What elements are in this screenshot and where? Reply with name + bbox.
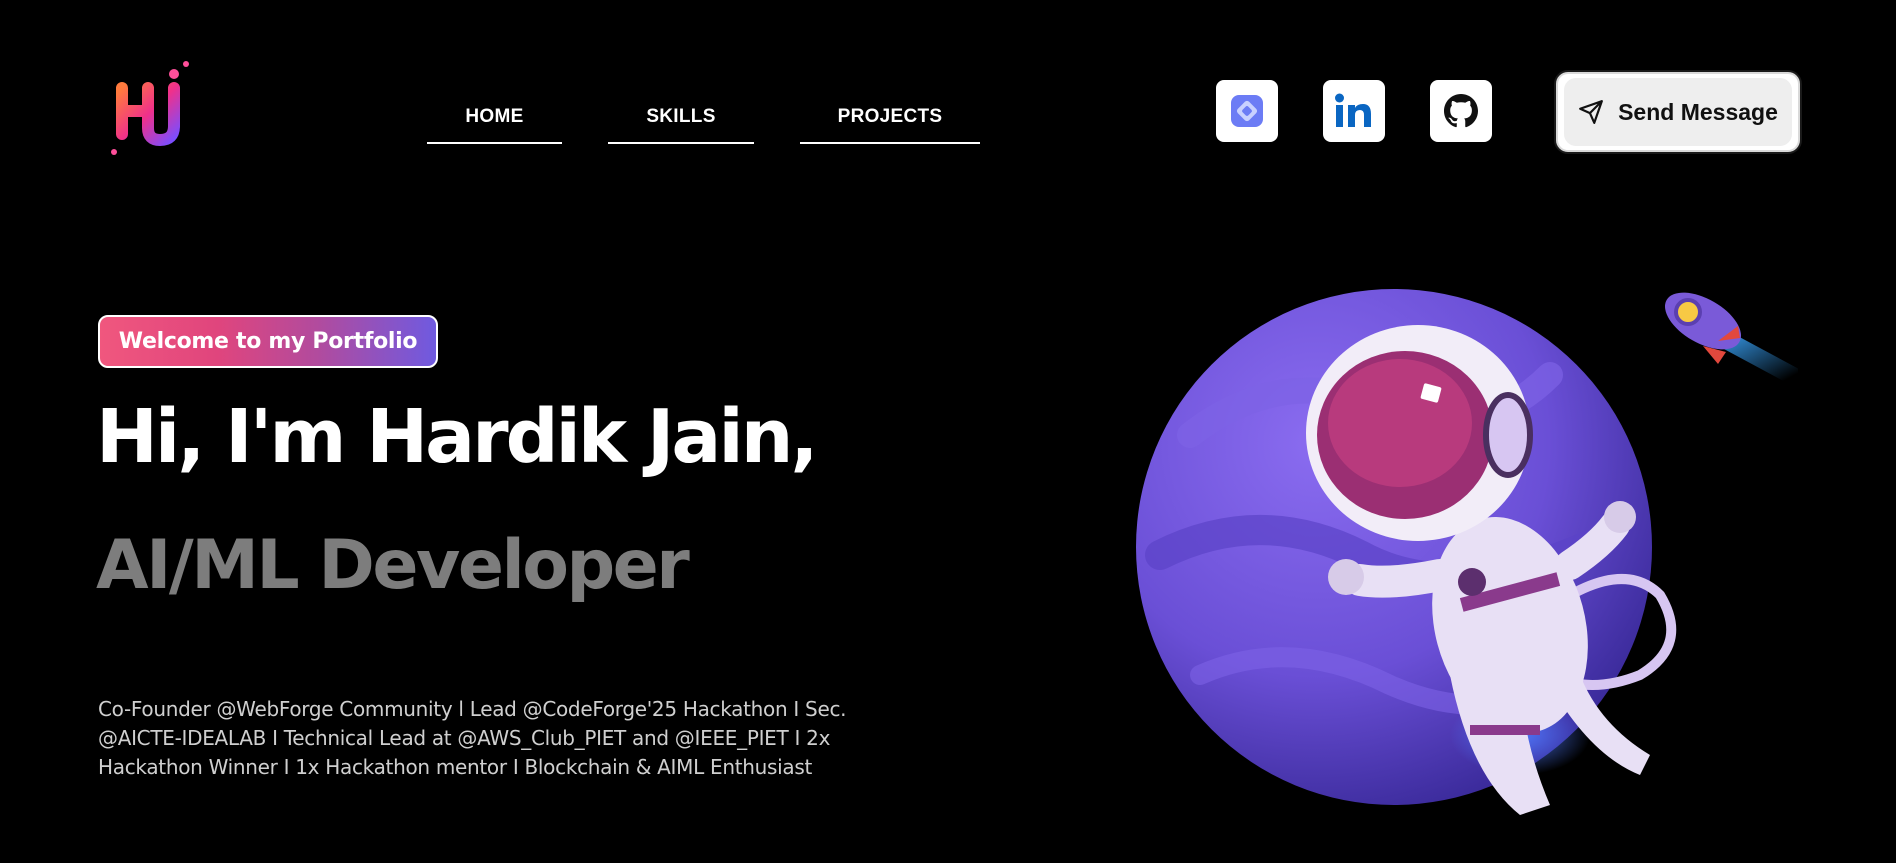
nav-skills[interactable]: SKILLS bbox=[608, 92, 754, 144]
nav-home[interactable]: HOME bbox=[427, 92, 562, 144]
hj-logo[interactable] bbox=[104, 56, 194, 158]
hero-bio: Co-Founder @WebForge Community l Lead @C… bbox=[98, 697, 847, 779]
send-message-button[interactable]: Send Message bbox=[1554, 70, 1802, 154]
nav-projects[interactable]: PROJECTS bbox=[800, 92, 980, 144]
paper-plane-icon bbox=[1579, 100, 1604, 124]
portfolio-app-link[interactable] bbox=[1216, 80, 1278, 142]
linkedin-link[interactable] bbox=[1323, 80, 1385, 142]
rocket-illustration bbox=[1665, 292, 1798, 385]
send-message-label: Send Message bbox=[1618, 98, 1778, 125]
github-icon bbox=[1444, 94, 1478, 128]
send-message-inner: Send Message bbox=[1564, 78, 1792, 146]
welcome-badge: Welcome to my Portfolio bbox=[98, 315, 438, 368]
portfolio-app-icon bbox=[1231, 95, 1263, 127]
hero-title: Hi, I'm Hardik Jain, bbox=[96, 394, 819, 480]
welcome-badge-label: Welcome to my Portfolio bbox=[118, 329, 418, 354]
hero-role: AI/ML Developer bbox=[96, 526, 690, 605]
linkedin-icon bbox=[1335, 93, 1371, 127]
portfolio-page: HOME SKILLS PROJECTS Send Message Welcom… bbox=[0, 0, 1896, 863]
github-link[interactable] bbox=[1430, 80, 1492, 142]
